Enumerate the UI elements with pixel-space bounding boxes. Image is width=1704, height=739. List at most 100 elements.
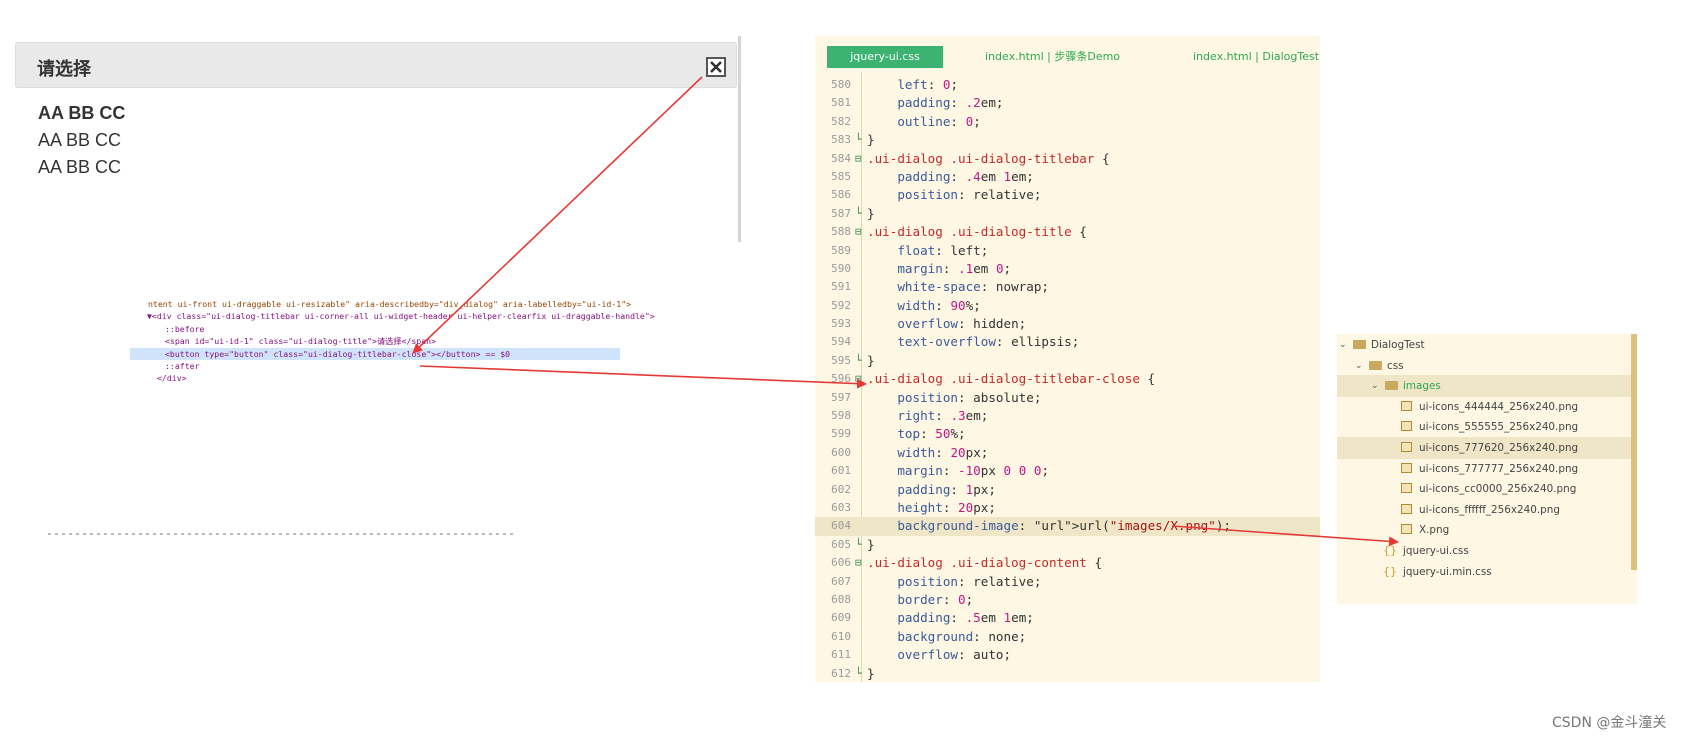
fold-toggle-icon[interactable]: ⊟: [855, 223, 863, 241]
code-line[interactable]: 591 white-space: nowrap;: [815, 278, 1320, 296]
code-line[interactable]: 594 text-overflow: ellipsis;: [815, 333, 1320, 351]
tree-item-ui-icons-777620-256x240-png[interactable]: ui-icons_777620_256x240.png: [1337, 437, 1631, 459]
dialog-close-button[interactable]: [706, 57, 726, 77]
fold-toggle-icon[interactable]: ⊟: [855, 370, 863, 388]
tree-item-ui-icons-cc0000-256x240-png[interactable]: ui-icons_cc0000_256x240.png: [1337, 478, 1631, 500]
tree-item-images[interactable]: ⌄ images: [1337, 375, 1631, 398]
code-line[interactable]: 587 └}: [815, 205, 1320, 223]
line-number: 585: [831, 169, 851, 183]
code-line[interactable]: 601 margin: -10px 0 0 0;: [815, 462, 1320, 480]
tab-index-dialogtest[interactable]: index.html | DialogTest: [1193, 46, 1319, 68]
line-number: 592: [831, 298, 851, 312]
code-text: position: relative;: [897, 187, 1042, 203]
line-number: 593: [831, 317, 851, 331]
code-line[interactable]: 609 padding: .5em 1em;: [815, 609, 1320, 627]
code-text: padding: 1px;: [897, 481, 996, 497]
code-line[interactable]: 582 outline: 0;: [815, 113, 1320, 131]
dom-node-line[interactable]: </div>: [130, 372, 620, 384]
image-file-icon: [1401, 442, 1412, 452]
dom-node-line-selected[interactable]: <button type="button" class="ui-dialog-t…: [130, 347, 620, 360]
dom-node-line[interactable]: ntent ui-front ui-draggable ui-resizable…: [130, 298, 631, 310]
code-line[interactable]: 599 top: 50%;: [815, 425, 1320, 443]
dom-node-text: ::before: [165, 323, 205, 334]
code-line[interactable]: 600 width: 20px;: [815, 444, 1320, 462]
code-text: text-overflow: ellipsis;: [897, 334, 1080, 350]
tree-item-ui-icons-ffffff-256x240-png[interactable]: ui-icons_ffffff_256x240.png: [1337, 499, 1631, 521]
code-line[interactable]: 593 overflow: hidden;: [815, 315, 1320, 333]
tree-item-dialogtest[interactable]: ⌄ DialogTest: [1337, 334, 1631, 356]
code-line[interactable]: 590 margin: .1em 0;: [815, 260, 1320, 278]
code-line[interactable]: 610 background: none;: [815, 628, 1320, 646]
line-number: 596: [831, 372, 851, 386]
code-line[interactable]: 611 overflow: auto;: [815, 646, 1320, 664]
line-number: 590: [831, 261, 851, 275]
code-line[interactable]: 588 ⊟ .ui-dialog .ui-dialog-title {: [815, 223, 1320, 241]
code-line[interactable]: 584 ⊟ .ui-dialog .ui-dialog-titlebar {: [815, 150, 1320, 168]
code-text: position: absolute;: [897, 389, 1042, 405]
code-line[interactable]: 602 padding: 1px;: [815, 481, 1320, 499]
code-text: background: none;: [897, 628, 1027, 644]
tree-scrollbar[interactable]: [1631, 334, 1637, 570]
code-line[interactable]: 608 border: 0;: [815, 591, 1320, 609]
code-line[interactable]: 596 ⊟ .ui-dialog .ui-dialog-titlebar-close…: [815, 370, 1320, 388]
fold-toggle-icon[interactable]: ⊟: [855, 554, 863, 572]
code-text: }: [867, 536, 875, 552]
dom-node-text: ::after: [165, 360, 200, 371]
chevron-down-icon[interactable]: ⌄: [1355, 355, 1363, 377]
tree-item-jquery-ui-min-css[interactable]: {} jquery-ui.min.css: [1337, 561, 1631, 583]
line-number: 612: [831, 666, 851, 680]
code-line[interactable]: 580 left: 0;: [815, 76, 1320, 94]
dom-node-line[interactable]: ::before: [130, 323, 620, 335]
code-line[interactable]: 603 height: 20px;: [815, 499, 1320, 517]
code-line[interactable]: 607 position: relative;: [815, 573, 1320, 591]
line-number: 586: [831, 188, 851, 202]
line-number: 604: [831, 519, 851, 533]
tree-item-x-png[interactable]: X.png: [1337, 519, 1631, 541]
code-text: top: 50%;: [897, 426, 966, 442]
dom-node-line[interactable]: <span id="ui-id-1" class="ui-dialog-titl…: [130, 335, 620, 347]
code-line[interactable]: 586 position: relative;: [815, 186, 1320, 204]
code-text: background-image: "url">url("images/X.pn…: [897, 518, 1232, 534]
tab-jquery-ui-css[interactable]: jquery-ui.css: [827, 46, 943, 68]
code-line[interactable]: 606 ⊟ .ui-dialog .ui-dialog-content {: [815, 554, 1320, 572]
tree-item-label: ui-icons_444444_256x240.png: [1419, 400, 1579, 413]
code-text: .ui-dialog .ui-dialog-content {: [867, 555, 1103, 571]
code-line[interactable]: 612 └}: [815, 665, 1320, 683]
code-text: padding: .2em;: [897, 95, 1004, 111]
code-line[interactable]: 604 background-image: "url">url("images/…: [815, 517, 1320, 536]
dom-node-line[interactable]: ▼<div class="ui-dialog-titlebar ui-corne…: [130, 310, 655, 322]
content-line: AA BB CC: [38, 103, 126, 123]
code-text: padding: .5em 1em;: [897, 610, 1034, 626]
tree-item-ui-icons-777777-256x240-png[interactable]: ui-icons_777777_256x240.png: [1337, 458, 1631, 480]
code-editor[interactable]: jquery-ui.css index.html | 步骤条Demo index…: [815, 36, 1320, 682]
tree-item-ui-icons-444444-256x240-png[interactable]: ui-icons_444444_256x240.png: [1337, 396, 1631, 418]
code-text: white-space: nowrap;: [897, 279, 1049, 295]
code-line[interactable]: 583 └}: [815, 131, 1320, 149]
code-text: .ui-dialog .ui-dialog-titlebar {: [867, 150, 1110, 166]
code-line[interactable]: 592 width: 90%;: [815, 297, 1320, 315]
code-line[interactable]: 581 padding: .2em;: [815, 94, 1320, 112]
dialog-content: AA BB CC AA BB CC AA BB CC: [38, 100, 125, 181]
code-line[interactable]: 597 position: absolute;: [815, 389, 1320, 407]
fold-toggle-icon[interactable]: ⊟: [855, 150, 863, 168]
code-line[interactable]: 598 right: .3em;: [815, 407, 1320, 425]
tab-index-stepdemo[interactable]: index.html | 步骤条Demo: [985, 46, 1120, 68]
css-file-icon: {}: [1383, 544, 1397, 557]
code-line[interactable]: 595 └}: [815, 352, 1320, 370]
code-line[interactable]: 605 └}: [815, 536, 1320, 554]
tree-item-jquery-ui-css[interactable]: {} jquery-ui.css: [1337, 540, 1631, 562]
dialog-titlebar[interactable]: 请选择: [15, 42, 737, 88]
tree-item-css[interactable]: ⌄ css: [1337, 355, 1631, 377]
code-lines: 580 left: 0; 581 padding: .2em; 582 outlin…: [815, 76, 1320, 682]
chevron-down-icon[interactable]: ⌄: [1371, 375, 1379, 397]
folder-icon: [1385, 381, 1398, 391]
line-number: 584: [831, 151, 851, 165]
chevron-down-icon[interactable]: ⌄: [1339, 334, 1347, 356]
code-line[interactable]: 585 padding: .4em 1em;: [815, 168, 1320, 186]
dom-node-line[interactable]: ::after: [130, 360, 620, 372]
tree-item-ui-icons-555555-256x240-png[interactable]: ui-icons_555555_256x240.png: [1337, 416, 1631, 438]
code-text: width: 20px;: [897, 444, 989, 460]
code-line[interactable]: 589 float: left;: [815, 242, 1320, 260]
code-text: margin: .1em 0;: [897, 260, 1012, 276]
code-text: outline: 0;: [897, 113, 981, 129]
